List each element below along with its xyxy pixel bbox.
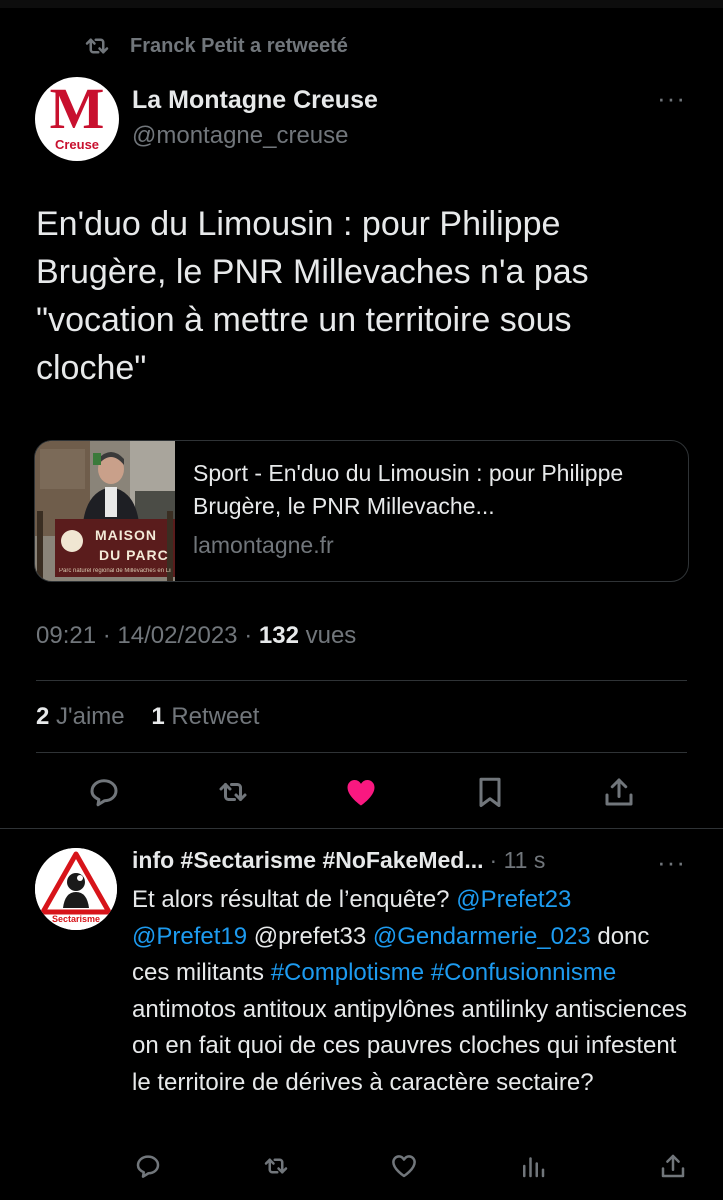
- reply-reply-button[interactable]: [126, 1144, 170, 1188]
- retweet-context-label: Franck Petit a retweeté: [130, 34, 348, 57]
- divider: [36, 752, 687, 753]
- meta-separator: ·: [244, 622, 259, 649]
- thumb-sign-line1: MAISON: [95, 527, 157, 543]
- avatar-sub: Creuse: [54, 137, 100, 152]
- retweet-icon: [85, 38, 109, 54]
- divider: [36, 680, 687, 681]
- retweets-count: 1: [151, 703, 165, 730]
- reply-share-button[interactable]: [651, 1144, 695, 1188]
- tweet-text: En'duo du Limousin : pour Philippe Brugè…: [36, 205, 599, 387]
- card-title: Sport - En'duo du Limousin : pour Philip…: [193, 460, 624, 519]
- like-button[interactable]: [339, 770, 383, 814]
- reply-text-segment: Et alors résultat de l’enquête?: [132, 886, 457, 913]
- author-handle[interactable]: @montagne_creuse: [132, 122, 349, 150]
- link-card[interactable]: MAISON DU PARC Parc naturel régional de …: [34, 440, 689, 582]
- reply-text-segment: [424, 959, 431, 986]
- author-avatar[interactable]: M Creuse: [35, 77, 119, 161]
- reply-button[interactable]: [82, 770, 126, 814]
- reply-icon: [136, 1155, 160, 1178]
- card-domain: lamontagne.fr: [193, 532, 334, 558]
- reply-header: info #Sectarisme #NoFakeMed... · 11 s: [132, 847, 545, 874]
- reply-link[interactable]: @Prefet23: [456, 886, 571, 913]
- reply-author-name[interactable]: info #Sectarisme #NoFakeMed...: [132, 847, 484, 874]
- card-thumbnail: MAISON DU PARC Parc naturel régional de …: [35, 441, 175, 581]
- tweet-date[interactable]: 14/02/2023: [117, 622, 237, 649]
- status-strip: [0, 0, 723, 8]
- share-icon: [661, 1154, 685, 1178]
- reply-views-button[interactable]: [511, 1144, 555, 1188]
- bookmark-icon: [479, 777, 501, 807]
- bookmark-button[interactable]: [468, 770, 512, 814]
- reply-time[interactable]: · 11 s: [490, 847, 546, 874]
- heart-filled-icon: [347, 780, 375, 806]
- reply-link[interactable]: @Gendarmerie_023: [373, 923, 591, 950]
- share-button[interactable]: [597, 770, 641, 814]
- likes-count: 2: [36, 703, 50, 730]
- retweet-context: Franck Petit a retweeté: [82, 30, 348, 62]
- meta-separator: ·: [102, 622, 118, 649]
- thumb-caption: Parc naturel régional de Millevaches en …: [59, 568, 171, 574]
- reply-link[interactable]: #Confusionnisme: [431, 959, 616, 986]
- reply-more-options-icon[interactable]: ···: [657, 849, 686, 875]
- thumb-sign-line2: DU PARC: [99, 547, 169, 563]
- heart-icon: [392, 1155, 416, 1178]
- author-name[interactable]: La Montagne Creuse: [132, 86, 378, 115]
- share-icon: [605, 778, 633, 806]
- card-body: Sport - En'duo du Limousin : pour Philip…: [175, 441, 681, 581]
- views-label: vues: [305, 622, 357, 649]
- retweet-button[interactable]: [211, 770, 255, 814]
- more-options-icon[interactable]: ···: [657, 85, 686, 111]
- tweet-time[interactable]: 09:21: [36, 622, 96, 649]
- reply-like-button[interactable]: [382, 1144, 426, 1188]
- reply-link[interactable]: #Complotisme: [271, 959, 424, 986]
- views-count: 132: [258, 622, 299, 649]
- likes-label: J'aime: [56, 703, 125, 730]
- tweet-actions: [0, 770, 723, 816]
- tweet-meta: 09:21 · 14/02/2023 · 132 vues: [36, 622, 356, 650]
- retweets-label: Retweet: [171, 703, 260, 730]
- reply-actions: [0, 1144, 723, 1180]
- analytics-icon: [523, 1157, 545, 1178]
- retweets-stat[interactable]: 1 Retweet: [151, 703, 259, 730]
- reply-text: Et alors résultat de l’enquête? @Prefet2…: [132, 882, 692, 1101]
- reply-text-segment: @prefet33: [247, 922, 373, 950]
- retweet-icon: [219, 783, 247, 801]
- thread-divider: [0, 828, 723, 829]
- likes-stat[interactable]: 2 J'aime: [36, 703, 125, 730]
- reply-retweet-button[interactable]: [254, 1144, 298, 1188]
- reply-avatar-label: Sectarisme: [51, 914, 101, 924]
- reply-avatar[interactable]: Sectarisme: [35, 848, 117, 930]
- reply-link[interactable]: @Prefet19: [132, 923, 247, 950]
- avatar-letter: M: [49, 77, 105, 141]
- reply-icon: [90, 779, 118, 807]
- retweet-icon: [264, 1158, 288, 1174]
- reply-text-segment: antimotos antitoux antipylônes antilinky…: [132, 995, 687, 1096]
- tweet-stats: 2 J'aime 1 Retweet: [36, 703, 259, 731]
